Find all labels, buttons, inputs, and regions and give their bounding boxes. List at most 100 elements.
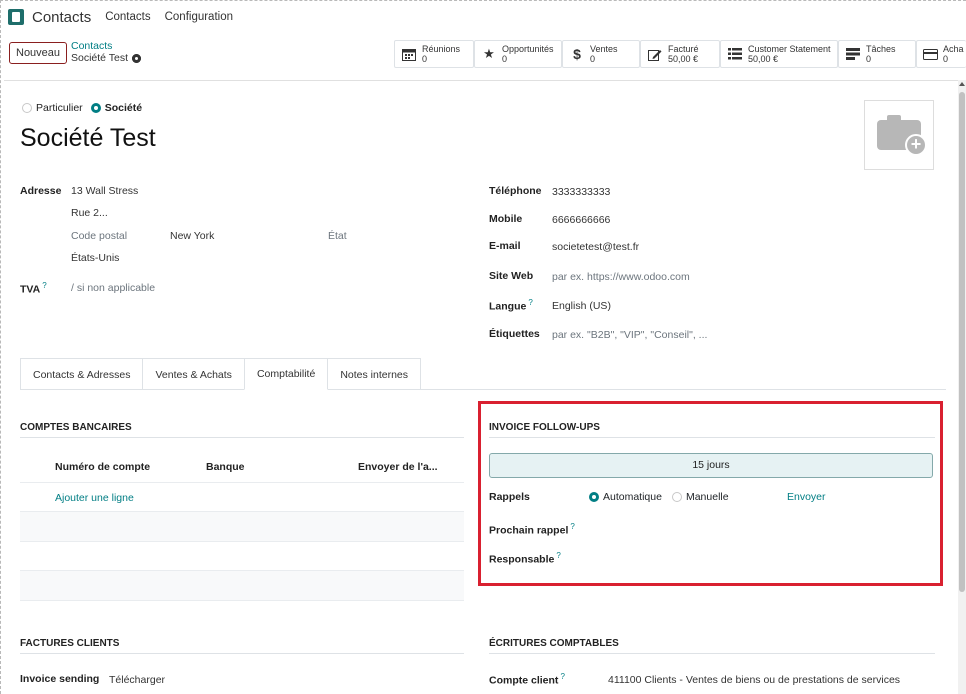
calendar-icon	[401, 47, 417, 61]
bank-add-line[interactable]: Ajouter une ligne	[55, 492, 134, 504]
vat-label: TVA?	[20, 281, 47, 296]
credit-card-icon	[923, 47, 938, 61]
city-field[interactable]: New York	[170, 230, 214, 242]
lang-help-icon[interactable]: ?	[528, 298, 532, 307]
radio-company[interactable]	[90, 103, 101, 113]
breadcrumb-current-label: Société Test	[71, 52, 129, 64]
tabs-divider	[20, 389, 946, 390]
notebook-tabs: Contacts & Adresses Ventes & Achats Comp…	[20, 358, 422, 390]
customer-account-field[interactable]: 411100 Clients - Ventes de biens ou de p…	[608, 674, 906, 686]
mobile-label: Mobile	[489, 213, 523, 225]
email-label: E-mail	[489, 240, 521, 252]
stat-opportunities-label: Opportunités	[502, 44, 554, 54]
tags-field[interactable]: par ex. "B2B", "VIP", "Conseil", ...	[552, 329, 707, 341]
tab-accounting[interactable]: Comptabilité	[243, 358, 329, 390]
radio-individual-label[interactable]: Particulier	[36, 102, 83, 114]
stat-customer-statement-value: 50,00 €	[748, 54, 779, 64]
scroll-thumb[interactable]	[959, 92, 965, 592]
stat-tasks[interactable]: Tâches 0	[838, 40, 916, 68]
stat-tasks-value: 0	[866, 54, 872, 64]
record-name[interactable]: Société Test	[20, 124, 156, 153]
new-button[interactable]: Nouveau	[9, 42, 68, 64]
tab-sales-purchases[interactable]: Ventes & Achats	[142, 358, 245, 390]
bank-row-line	[20, 600, 464, 601]
website-label: Site Web	[489, 270, 534, 282]
lang-label-text: Langue	[489, 300, 527, 313]
tab-internal-notes[interactable]: Notes internes	[327, 358, 422, 390]
stat-invoiced-label: Facturé	[668, 44, 699, 54]
breadcrumb: Contacts Société Test	[71, 40, 142, 64]
menu-contacts[interactable]: Contacts	[105, 11, 150, 23]
stat-opportunities-value: 0	[502, 54, 508, 64]
bank-col-send[interactable]: Envoyer de l'a...	[358, 461, 438, 473]
stat-customer-statement-label: Customer Statement	[748, 44, 831, 54]
menu-configuration[interactable]: Configuration	[165, 11, 233, 23]
website-field[interactable]: par ex. https://www.odoo.com	[552, 271, 690, 283]
top-navbar: Contacts Contacts Configuration	[4, 4, 964, 30]
state-field[interactable]: État	[328, 230, 347, 242]
phone-label: Téléphone	[489, 185, 542, 197]
stat-invoiced-value: 50,00 €	[668, 54, 699, 64]
bank-col-bank[interactable]: Banque	[206, 461, 245, 473]
street-field[interactable]: 13 Wall Stress	[71, 185, 138, 197]
app-title[interactable]: Contacts	[32, 9, 91, 26]
breadcrumb-current: Société Test	[71, 52, 142, 64]
lang-field[interactable]: English (US)	[552, 300, 611, 312]
customer-account-help-icon[interactable]: ?	[560, 672, 564, 681]
tags-label: Étiquettes	[489, 328, 540, 340]
radio-individual[interactable]	[22, 103, 32, 113]
stat-meetings-value: 0	[422, 54, 428, 64]
contacts-app-icon[interactable]	[8, 9, 24, 25]
scrollbar[interactable]	[958, 80, 966, 694]
stat-purchases-label: Acha	[943, 44, 964, 54]
street2-field[interactable]: Rue 2...	[71, 207, 108, 219]
plus-icon: +	[905, 134, 927, 156]
invoice-edit-icon	[647, 47, 663, 61]
frame-top-border	[0, 0, 966, 2]
star-icon: ★	[483, 46, 495, 61]
radio-company-label[interactable]: Société	[105, 102, 142, 114]
phone-field[interactable]: 3333333333	[552, 186, 610, 198]
email-field[interactable]: societetest@test.fr	[552, 241, 639, 253]
stat-sales-value: 0	[590, 54, 596, 64]
bank-header-line	[20, 482, 464, 483]
stat-sales[interactable]: $ Ventes 0	[562, 40, 640, 68]
invoice-sending-field[interactable]: Télécharger	[109, 674, 165, 686]
bank-empty-row	[20, 512, 464, 541]
customer-account-label-text: Compte client	[489, 674, 559, 687]
mobile-field[interactable]: 6666666666	[552, 214, 610, 226]
invoices-section-line	[20, 653, 464, 654]
company-type-radios: Particulier Société	[22, 102, 146, 114]
country-field[interactable]: États-Unis	[71, 252, 119, 264]
gear-icon[interactable]	[132, 53, 142, 63]
stat-sales-label: Ventes	[590, 44, 618, 54]
list-icon	[727, 47, 743, 61]
highlight-box	[478, 401, 943, 586]
tab-contacts-addresses[interactable]: Contacts & Adresses	[20, 358, 144, 390]
invoice-sending-label: Invoice sending	[20, 673, 100, 685]
stat-opportunities[interactable]: ★ Opportunités 0	[474, 40, 562, 68]
tasks-icon	[845, 47, 861, 61]
vat-label-text: TVA	[20, 283, 41, 296]
photo-upload[interactable]: +	[864, 100, 934, 170]
lang-label: Langue?	[489, 298, 533, 313]
bank-row-line	[20, 541, 464, 542]
stat-purchases[interactable]: Acha 0	[916, 40, 966, 68]
stat-customer-statement[interactable]: Customer Statement 50,00 €	[720, 40, 838, 68]
scroll-up-icon[interactable]	[959, 82, 965, 86]
vat-help-icon[interactable]: ?	[42, 281, 46, 290]
bank-empty-row	[20, 571, 464, 600]
zip-field[interactable]: Code postal	[71, 230, 127, 242]
control-panel: Nouveau Contacts Société Test Réunions 0 …	[4, 36, 966, 76]
vat-field[interactable]: / si non applicable	[71, 282, 155, 294]
stat-meetings[interactable]: Réunions 0	[394, 40, 474, 68]
stat-purchases-value: 0	[943, 54, 949, 64]
bank-col-account[interactable]: Numéro de compte	[55, 461, 150, 473]
breadcrumb-parent[interactable]: Contacts	[71, 40, 141, 52]
dollar-icon: $	[573, 46, 581, 62]
stat-invoiced[interactable]: Facturé 50,00 €	[640, 40, 720, 68]
journal-section-line	[489, 653, 935, 654]
customer-account-label: Compte client?	[489, 672, 565, 687]
invoices-section-title: FACTURES CLIENTS	[20, 638, 120, 649]
stat-tasks-label: Tâches	[866, 44, 896, 54]
